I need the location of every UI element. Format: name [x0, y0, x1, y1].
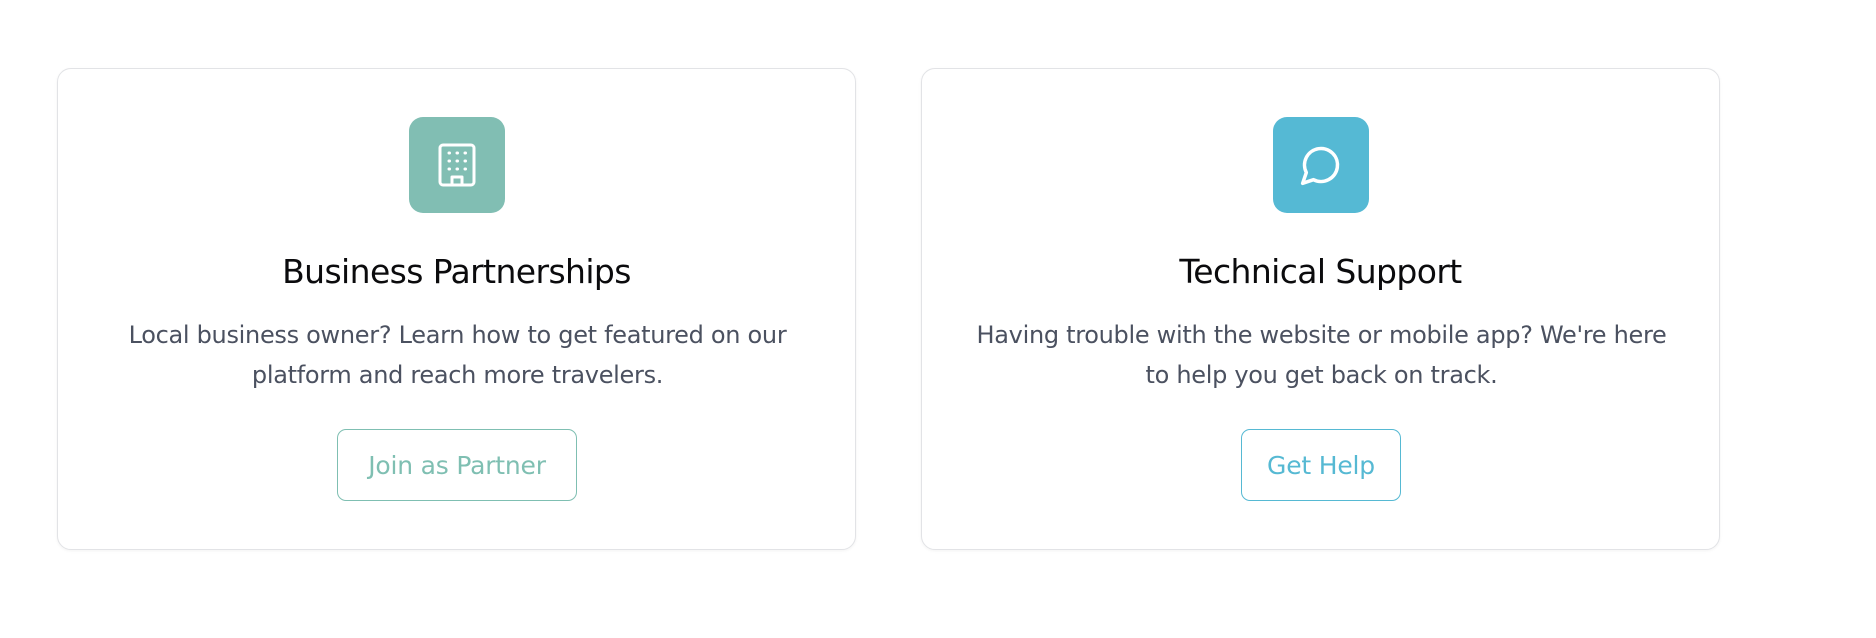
card-description: Having trouble with the website or mobil…	[976, 321, 1667, 389]
business-partnerships-card: Business Partnerships Local business own…	[57, 68, 856, 550]
join-as-partner-button[interactable]: Join as Partner	[337, 429, 577, 501]
technical-support-card: Technical Support Having trouble with th…	[921, 68, 1720, 550]
card-description: Local business owner? Learn how to get f…	[128, 321, 787, 389]
card-title: Technical Support	[1179, 252, 1462, 291]
message-circle-icon	[1273, 117, 1369, 213]
card-title: Business Partnerships	[282, 252, 631, 291]
building-icon	[409, 117, 505, 213]
get-help-button[interactable]: Get Help	[1241, 429, 1401, 501]
